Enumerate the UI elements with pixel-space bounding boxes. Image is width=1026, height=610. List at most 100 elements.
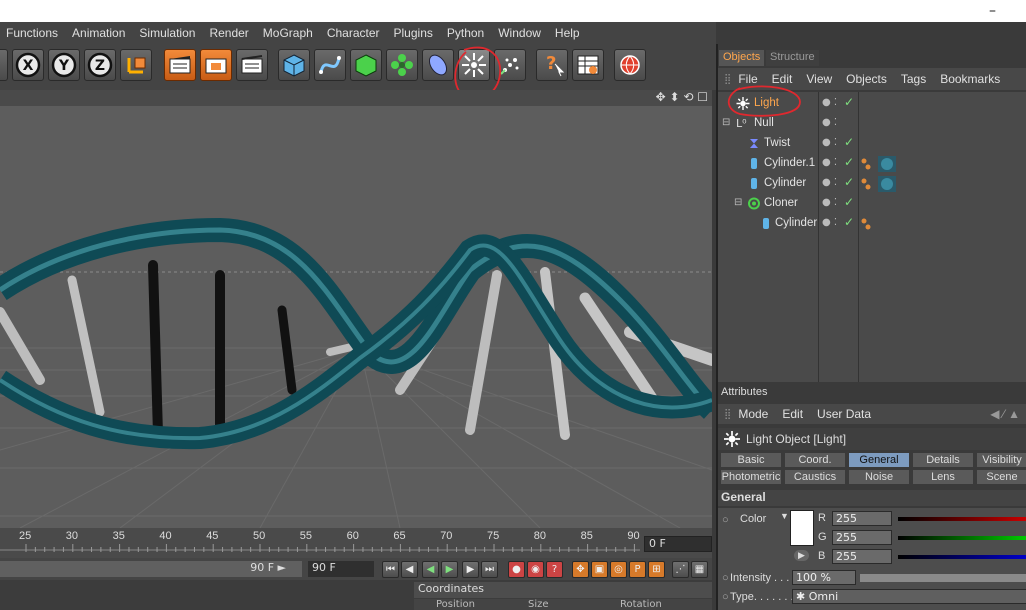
end-frame-field[interactable]: 90 F	[308, 561, 374, 577]
menu-functions[interactable]: Functions	[0, 26, 66, 40]
menu-help[interactable]: Help	[549, 26, 588, 40]
tab-structure[interactable]: Structure	[766, 50, 819, 66]
frame-range-slider[interactable]: 90 F ►	[0, 561, 302, 577]
object-row-cylinder-1[interactable]: Cylinder.1 ● ⁚ ✓	[718, 154, 1026, 174]
render-settings-button[interactable]	[572, 49, 604, 81]
goto-end-button[interactable]: ⏭	[481, 561, 498, 578]
phong-tag-icon[interactable]	[860, 216, 874, 232]
menu-simulation[interactable]: Simulation	[133, 26, 203, 40]
object-row-cloner[interactable]: ⊟ Cloner ● ⁚ ✓	[718, 194, 1026, 214]
visibility-dots[interactable]: ● ⁚	[822, 177, 837, 188]
web-render-button[interactable]	[614, 49, 646, 81]
play-backward-button[interactable]: ◀	[422, 561, 439, 578]
menu-mograph[interactable]: MoGraph	[257, 26, 321, 40]
objects-menu-bookmarks[interactable]: Bookmarks	[933, 72, 1007, 86]
g-value-field[interactable]: 255	[832, 530, 892, 545]
tab-general[interactable]: General	[848, 452, 910, 468]
object-row-cylinder[interactable]: Cylinder ● ⁚ ✓	[718, 174, 1026, 194]
axis-y-button[interactable]: Y	[48, 49, 80, 81]
coordinate-system-button[interactable]	[120, 49, 152, 81]
enabled-check[interactable]: ✓	[844, 155, 854, 169]
minimize-button[interactable]: –	[989, 3, 996, 19]
visibility-dots[interactable]: ● ⁚	[822, 197, 837, 208]
animate-dot-icon[interactable]: ○	[722, 514, 729, 526]
tool-button-partial[interactable]	[0, 49, 8, 81]
autokey-button[interactable]: ◉	[527, 561, 544, 578]
navigation-arrows-icon[interactable]: ◀ ⁄ ▲	[990, 407, 1020, 421]
tab-coord[interactable]: Coord.	[784, 452, 846, 468]
objects-menu-tags[interactable]: Tags	[894, 72, 933, 86]
3d-viewport[interactable]: ✥ ⬍ ⟲ ☐	[0, 90, 712, 528]
animate-dot-icon[interactable]: ○	[722, 591, 729, 603]
tab-basic[interactable]: Basic	[720, 452, 782, 468]
render-region-button[interactable]	[200, 49, 232, 81]
record-button[interactable]: ●	[508, 561, 525, 578]
color-swatch[interactable]	[790, 510, 814, 546]
type-dropdown[interactable]: ✱ Omni	[792, 589, 1026, 604]
object-name-cylinder-1[interactable]: Cylinder.1	[764, 157, 815, 169]
g-slider[interactable]	[898, 536, 1026, 540]
r-value-field[interactable]: 255	[832, 511, 892, 526]
color-mode-icon[interactable]: ▶	[794, 550, 809, 561]
prev-frame-button[interactable]: ◀	[401, 561, 418, 578]
help-pointer-button[interactable]: ?	[536, 49, 568, 81]
object-name-twist[interactable]: Twist	[764, 137, 790, 149]
tab-noise[interactable]: Noise	[848, 469, 910, 485]
visibility-dots[interactable]: ● ⁚	[822, 117, 837, 128]
object-row-twist[interactable]: Twist ● ⁚ ✓	[718, 134, 1026, 154]
record-parameter-button[interactable]: P	[629, 561, 646, 578]
menu-python[interactable]: Python	[441, 26, 492, 40]
tab-details[interactable]: Details	[912, 452, 974, 468]
tab-photometric[interactable]: Photometric	[720, 469, 782, 485]
b-value-field[interactable]: 255	[832, 549, 892, 564]
attributes-menu-mode[interactable]: Mode	[731, 407, 775, 421]
r-slider[interactable]	[898, 517, 1026, 521]
object-name-cylinder-child[interactable]: Cylinder	[775, 217, 817, 229]
collapse-icon[interactable]: ⊟	[734, 197, 742, 208]
phong-material-tags-icon[interactable]	[860, 156, 900, 172]
menu-character[interactable]: Character	[321, 26, 388, 40]
viewport-nav-icons[interactable]: ✥ ⬍ ⟲ ☐	[656, 90, 708, 104]
next-frame-button[interactable]: ▶	[462, 561, 479, 578]
objects-menu-view[interactable]: View	[799, 72, 839, 86]
phong-material-tags-icon[interactable]	[860, 176, 900, 192]
axis-x-button[interactable]: X	[12, 49, 44, 81]
menu-plugins[interactable]: Plugins	[388, 26, 441, 40]
tab-caustics[interactable]: Caustics	[784, 469, 846, 485]
animate-dot-icon[interactable]: ○	[722, 572, 729, 584]
intensity-slider[interactable]	[860, 574, 1026, 582]
record-position-button[interactable]: ✥	[572, 561, 589, 578]
tab-visibility[interactable]: Visibility	[976, 452, 1026, 468]
play-forward-button[interactable]: ▶	[441, 561, 458, 578]
color-dropdown-icon[interactable]: ▼	[780, 511, 789, 521]
record-pla-button[interactable]: ⊞	[648, 561, 665, 578]
array-button[interactable]	[386, 49, 418, 81]
enabled-check[interactable]: ✓	[844, 95, 854, 109]
keyframe-selection-button[interactable]: ?	[546, 561, 563, 578]
timeline-settings-button[interactable]: ▦	[691, 561, 708, 578]
object-name-cylinder[interactable]: Cylinder	[764, 177, 806, 189]
menu-render[interactable]: Render	[203, 26, 256, 40]
visibility-dots[interactable]: ● ⁚	[822, 97, 837, 108]
interpolation-button[interactable]: ⋰	[672, 561, 689, 578]
timeline-ruler[interactable]: 25 30 35 40 45 50 55 60 65 70 75 80 85 90	[0, 528, 640, 558]
record-rotation-button[interactable]: ◎	[610, 561, 627, 578]
current-frame-field[interactable]: 0 F	[644, 536, 712, 552]
timeline[interactable]: 25 30 35 40 45 50 55 60 65 70 75 80 85 90 0 F	[0, 528, 712, 558]
visibility-dots[interactable]: ● ⁚	[822, 157, 837, 168]
enabled-check[interactable]: ✓	[844, 175, 854, 189]
axis-z-button[interactable]: Z	[84, 49, 116, 81]
cube-primitive-button[interactable]	[278, 49, 310, 81]
attributes-menu-user-data[interactable]: User Data	[810, 407, 878, 421]
spline-button[interactable]	[314, 49, 346, 81]
render-view-button[interactable]	[164, 49, 196, 81]
tab-scene[interactable]: Scene	[976, 469, 1026, 485]
visibility-dots[interactable]: ● ⁚	[822, 137, 837, 148]
object-list[interactable]: Light ● ⁚ ✓ ⊟ L⁰ Null ● ⁚ Twist ● ⁚ ✓ Cy…	[718, 85, 1026, 382]
object-row-cylinder-child[interactable]: Cylinder ● ⁚ ✓	[718, 214, 1026, 234]
record-scale-button[interactable]: ▣	[591, 561, 608, 578]
visibility-dots[interactable]: ● ⁚	[822, 217, 837, 228]
object-name-cloner[interactable]: Cloner	[764, 197, 798, 209]
goto-start-button[interactable]: ⏮	[382, 561, 399, 578]
attributes-menu-edit[interactable]: Edit	[775, 407, 810, 421]
